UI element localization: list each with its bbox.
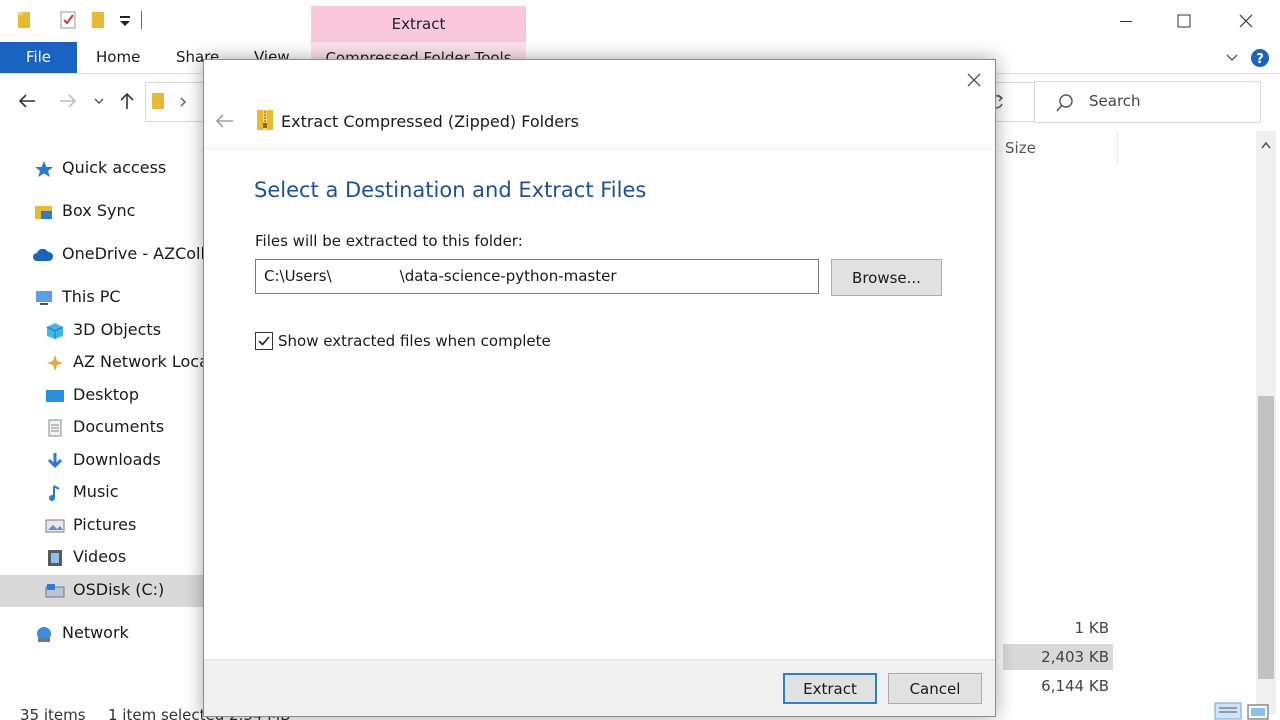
nav-item-network[interactable]: Network (0, 618, 203, 650)
nav-item-box-sync[interactable]: Box Sync (0, 196, 203, 228)
dialog-heading: Select a Destination and Extract Files (254, 178, 647, 202)
nav-item-videos[interactable]: Videos (0, 542, 203, 574)
nav-label: OSDisk (C:) (73, 580, 165, 599)
download-icon (45, 452, 65, 470)
path-suffix: \data-science-python-master (399, 267, 617, 285)
nav-label: Music (73, 482, 119, 501)
box-sync-icon (34, 203, 54, 221)
properties-icon[interactable] (60, 10, 78, 30)
item-count: 35 items (20, 706, 86, 720)
tab-file[interactable]: File (0, 42, 77, 73)
nav-item-music[interactable]: Music (0, 477, 203, 509)
nav-label: This PC (62, 287, 121, 306)
nav-label: 3D Objects (73, 320, 162, 339)
search-icon (1055, 93, 1075, 117)
nav-item-az-network-locations[interactable]: AZ Network Locations (0, 347, 203, 379)
nav-label: Box Sync (62, 201, 136, 220)
large-icons-view-icon[interactable] (1245, 700, 1273, 720)
customize-toolbar-icon[interactable] (118, 10, 132, 30)
maximize-button[interactable] (1153, 0, 1215, 42)
nav-label: Network (62, 623, 129, 642)
nav-item-pictures[interactable]: Pictures (0, 510, 203, 542)
extract-context-tab[interactable]: Extract (311, 6, 526, 42)
dialog-close-button[interactable] (960, 68, 988, 92)
nav-item-osdisk[interactable]: OSDisk (C:) (0, 575, 203, 607)
title-bar: Extract (0, 0, 1280, 42)
close-window-button[interactable] (1215, 0, 1277, 42)
up-arrow-icon[interactable] (117, 91, 137, 115)
file-size: 1 KB (1074, 619, 1109, 637)
cube-icon (45, 322, 65, 340)
nav-label: Videos (73, 547, 127, 566)
nav-label: Quick access (62, 158, 167, 177)
videos-icon (45, 549, 65, 567)
dialog-back-arrow-icon[interactable] (213, 111, 235, 131)
nav-label: Pictures (73, 515, 137, 534)
tab-home[interactable]: Home (96, 42, 140, 73)
network-location-icon (45, 354, 65, 372)
nav-item-documents[interactable]: Documents (0, 412, 203, 444)
show-files-checkbox[interactable] (255, 332, 273, 350)
toolbar-separator (141, 11, 142, 29)
minimize-button[interactable] (1095, 0, 1157, 42)
desktop-icon (45, 387, 65, 405)
nav-label: AZ Network Locations (73, 352, 203, 371)
documents-icon (45, 419, 65, 437)
vertical-scrollbar[interactable] (1256, 131, 1276, 714)
nav-item-onedrive[interactable]: OneDrive - AZCollab (0, 239, 203, 271)
back-arrow-icon[interactable] (17, 91, 37, 115)
folder-icon (17, 10, 33, 30)
search-input[interactable]: Search (1034, 81, 1261, 123)
pc-icon (34, 289, 54, 307)
pictures-icon (45, 517, 65, 535)
size-column-header[interactable]: Size (1005, 139, 1036, 157)
dialog-title: Extract Compressed (Zipped) Folders (281, 112, 579, 131)
nav-label: Downloads (73, 450, 161, 469)
browse-button[interactable]: Browse... (831, 259, 942, 296)
destination-label: Files will be extracted to this folder: (255, 232, 523, 250)
details-view-icon[interactable] (1214, 700, 1242, 720)
scroll-up-icon[interactable] (1256, 135, 1276, 155)
nav-label: OneDrive - AZCollab (62, 244, 203, 263)
redacted-username (331, 269, 400, 281)
dialog-header-divider (204, 148, 995, 149)
nav-item-downloads[interactable]: Downloads (0, 445, 203, 477)
folder-icon (151, 92, 167, 116)
disk-icon (45, 582, 65, 600)
show-files-checkbox-label[interactable]: Show extracted files when complete (278, 332, 551, 350)
file-size-selected: 2,403 KB (1003, 644, 1113, 670)
nav-item-desktop[interactable]: Desktop (0, 380, 203, 412)
new-folder-icon[interactable] (91, 10, 107, 30)
file-size: 6,144 KB (1041, 677, 1109, 695)
column-divider[interactable] (1117, 132, 1118, 164)
zip-folder-icon (256, 107, 274, 135)
path-prefix: C:\Users\ (264, 267, 332, 285)
dialog-footer: Extract Cancel (204, 659, 995, 716)
nav-item-quick-access[interactable]: Quick access (0, 153, 203, 185)
nav-label: Desktop (73, 385, 139, 404)
extract-dialog: Extract Compressed (Zipped) Folders Sele… (203, 59, 996, 717)
checkmark-icon (258, 336, 270, 346)
breadcrumb-chevron-icon[interactable] (178, 92, 188, 116)
recent-locations-chevron-icon[interactable] (93, 91, 105, 115)
music-icon (45, 484, 65, 502)
navigation-pane: Quick access Box Sync OneDrive - AZColla… (0, 140, 203, 700)
help-icon[interactable]: ? (1240, 42, 1280, 73)
nav-item-3d-objects[interactable]: 3D Objects (0, 315, 203, 347)
search-placeholder: Search (1089, 92, 1141, 110)
star-icon (34, 160, 54, 178)
cloud-icon (32, 246, 54, 264)
nav-item-this-pc[interactable]: This PC (0, 282, 203, 314)
destination-path-input[interactable]: C:\Users\ \data-science-python-master (255, 259, 819, 294)
extract-button[interactable]: Extract (783, 673, 877, 704)
cancel-button[interactable]: Cancel (888, 673, 982, 704)
nav-label: Documents (73, 417, 165, 436)
scroll-thumb[interactable] (1258, 396, 1274, 679)
svg-text:?: ? (1256, 52, 1264, 67)
network-icon (34, 625, 54, 643)
forward-arrow-icon[interactable] (58, 91, 78, 115)
